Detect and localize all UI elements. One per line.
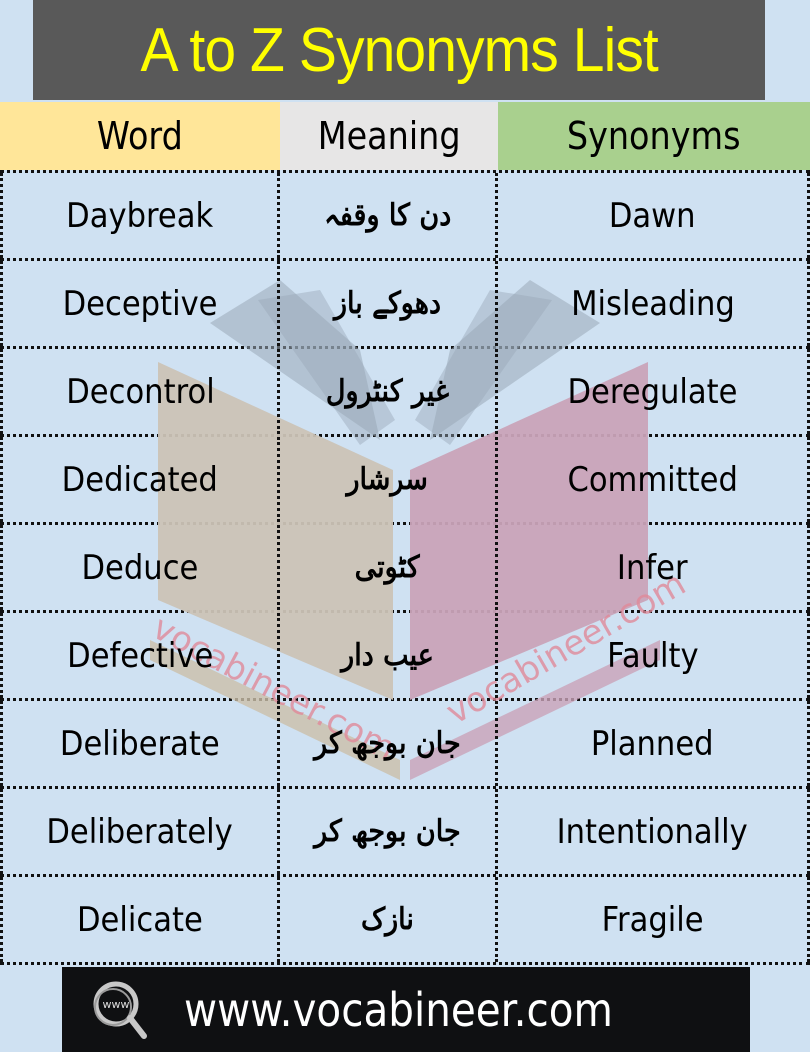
table-row: Delicate نازک Fragile [0, 874, 810, 965]
header-word-label: Word [97, 114, 183, 158]
word-cell-text: Deceptive [62, 283, 218, 324]
synonym-cell-text: Planned [591, 723, 714, 764]
table-row: Dedicated سرشار Committed [0, 434, 810, 522]
word-cell-text: Deliberate [60, 723, 220, 764]
meaning-cell: کٹوتی [280, 525, 498, 610]
word-cell-text: Daybreak [66, 195, 214, 236]
synonym-cell-text: Fragile [601, 899, 704, 940]
meaning-cell: جان بوجھ کر [280, 701, 498, 786]
synonym-cell-text: Dawn [609, 195, 696, 236]
synonym-cell: Infer [498, 525, 810, 610]
meaning-cell-text: غیر کنٹرول [325, 374, 450, 409]
word-cell: Deliberately [0, 789, 280, 874]
synonym-cell: Committed [498, 437, 810, 522]
meaning-cell-text: عیب دار [341, 638, 434, 673]
synonym-cell-text: Committed [567, 459, 738, 500]
synonym-cell: Planned [498, 701, 810, 786]
table-row: Deliberately جان بوجھ کر Intentionally [0, 786, 810, 874]
synonym-cell-text: Intentionally [556, 811, 749, 852]
meaning-cell: جان بوجھ کر [280, 789, 498, 874]
meaning-cell: نازک [280, 877, 498, 962]
word-cell-text: Deliberately [46, 811, 234, 852]
title-banner: A to Z Synonyms List [33, 0, 765, 100]
meaning-cell: دھوکے باز [280, 261, 498, 346]
synonym-cell: Deregulate [498, 349, 810, 434]
word-cell: Deduce [0, 525, 280, 610]
table-row: Deliberate جان بوجھ کر Planned [0, 698, 810, 786]
meaning-cell: غیر کنٹرول [280, 349, 498, 434]
word-cell: Deliberate [0, 701, 280, 786]
table-row: Defective عیب دار Faulty [0, 610, 810, 698]
word-cell: Defective [0, 613, 280, 698]
meaning-cell-text: نازک [361, 902, 414, 937]
meaning-cell: دن کا وقفہ [280, 173, 498, 258]
synonym-cell: Fragile [498, 877, 810, 962]
table-header: Word Meaning Synonyms [0, 102, 810, 170]
meaning-cell-text: دھوکے باز [333, 286, 442, 321]
meaning-cell-text: کٹوتی [355, 550, 420, 585]
table-row: Deceptive دھوکے باز Misleading [0, 258, 810, 346]
table-row: Daybreak دن کا وقفہ Dawn [0, 170, 810, 258]
meaning-cell-text: دن کا وقفہ [323, 198, 452, 233]
synonym-cell: Faulty [498, 613, 810, 698]
table-row: Decontrol غیر کنٹرول Deregulate [0, 346, 810, 434]
word-cell: Decontrol [0, 349, 280, 434]
meaning-cell-text: جان بوجھ کر [314, 726, 461, 761]
synonym-cell-text: Faulty [606, 635, 699, 676]
header-meaning-label: Meaning [317, 114, 461, 158]
meaning-cell-text: جان بوجھ کر [314, 814, 461, 849]
meaning-cell-text: سرشار [346, 462, 429, 497]
header-word: Word [0, 102, 280, 170]
synonym-cell: Dawn [498, 173, 810, 258]
synonym-cell-text: Misleading [570, 283, 735, 324]
header-synonyms: Synonyms [498, 102, 810, 170]
page-title: A to Z Synonyms List [140, 15, 658, 85]
www-search-icon: www [93, 981, 147, 1039]
word-cell-text: Deduce [81, 547, 199, 588]
synonym-cell-text: Infer [617, 547, 688, 588]
word-cell-text: Dedicated [61, 459, 219, 500]
synonyms-table: Daybreak دن کا وقفہ Dawn Deceptive دھوکے باز… [0, 170, 810, 965]
word-cell-text: Defective [66, 635, 214, 676]
word-cell: Dedicated [0, 437, 280, 522]
word-cell: Daybreak [0, 173, 280, 258]
synonym-cell-text: Deregulate [567, 371, 738, 412]
website-url[interactable]: www.vocabineer.com [184, 983, 613, 1037]
meaning-cell: عیب دار [280, 613, 498, 698]
synonym-cell: Intentionally [498, 789, 810, 874]
synonym-cell: Misleading [498, 261, 810, 346]
word-cell: Delicate [0, 877, 280, 962]
table-row: Deduce کٹوتی Infer [0, 522, 810, 610]
www-label: www [103, 998, 130, 1011]
header-meaning: Meaning [280, 102, 498, 170]
word-cell-text: Delicate [77, 899, 203, 940]
header-synonyms-label: Synonyms [567, 114, 741, 158]
word-cell-text: Decontrol [65, 371, 215, 412]
word-cell: Deceptive [0, 261, 280, 346]
footer-banner: www www.vocabineer.com [62, 967, 750, 1052]
meaning-cell: سرشار [280, 437, 498, 522]
